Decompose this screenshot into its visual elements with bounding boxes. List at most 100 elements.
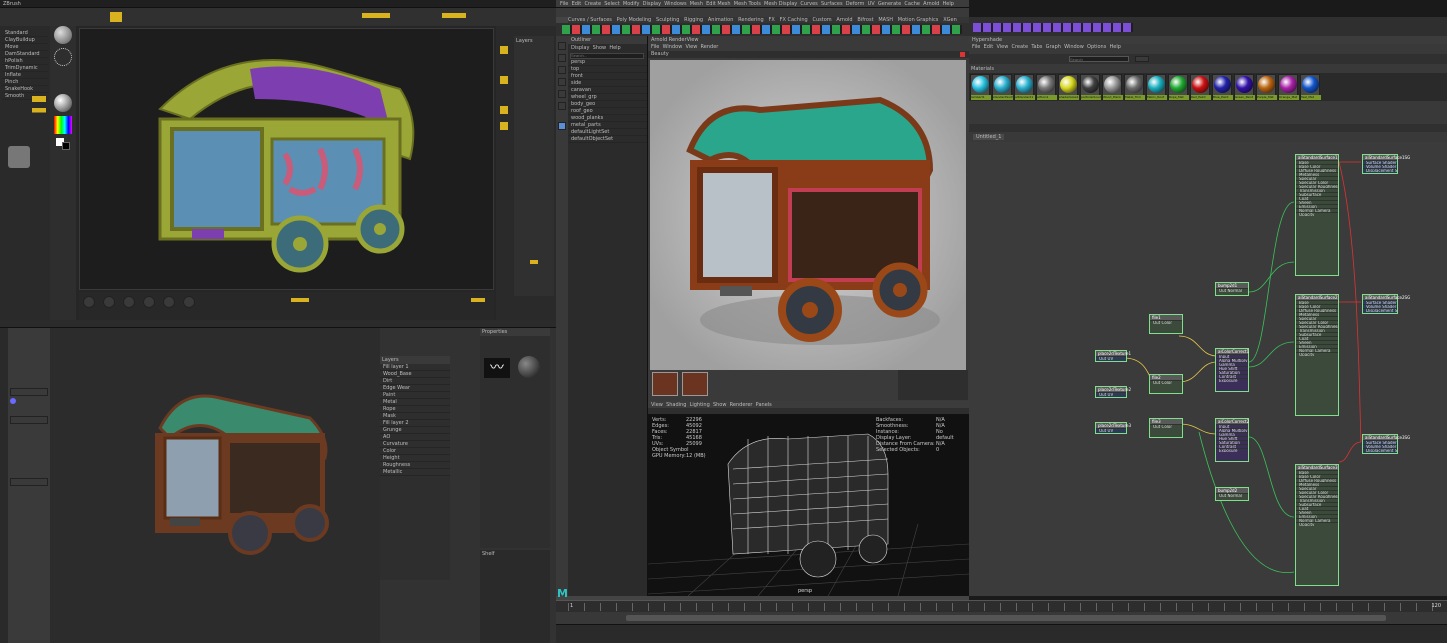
maya-outliner-item[interactable]: wheel_grp — [568, 94, 647, 101]
maya-render-menu-item[interactable]: Window — [663, 44, 683, 50]
painter-layer-row[interactable]: AO — [380, 434, 450, 441]
painter-active-dot[interactable] — [10, 398, 16, 404]
maya-paint-tool-icon[interactable] — [558, 66, 566, 74]
painter-layer-row[interactable]: Grunge — [380, 427, 450, 434]
painter-layer-row[interactable]: Mask — [380, 413, 450, 420]
maya-shelf-icons[interactable] — [562, 25, 962, 34]
hypershade-material-swatch[interactable]: shaderGlow1 — [1058, 74, 1079, 100]
hypershade-material-swatch[interactable]: aiToon1 — [1036, 74, 1057, 100]
hypershade-menu-item[interactable]: File — [972, 44, 980, 50]
hypershade-node-port[interactable]: Out Normal — [1216, 493, 1248, 497]
hypershade-node-port[interactable]: Out Color — [1150, 424, 1182, 428]
hypershade-node-port[interactable]: Out UV — [1096, 392, 1126, 396]
painter-settings-button[interactable] — [10, 388, 48, 396]
hypershade-show-button[interactable] — [1135, 56, 1149, 62]
maya-menu-item[interactable]: Mesh — [690, 1, 703, 7]
zbrush-stroke-icon[interactable] — [54, 48, 72, 66]
hypershade-material-swatch[interactable]: aiStandard1 — [1014, 74, 1035, 100]
hypershade-material-swatch[interactable]: Teal_Mat — [1300, 74, 1321, 100]
maya-outliner-item[interactable]: defaultObjectSet — [568, 136, 647, 143]
painter-layer-row[interactable]: Color — [380, 448, 450, 455]
painter-layer-row[interactable]: Edge Wear — [380, 385, 450, 392]
hypershade-node-port[interactable]: Opacity — [1296, 212, 1338, 216]
maya-outliner-item[interactable]: defaultLightSet — [568, 129, 647, 136]
zbrush-tool-item[interactable]: TrimDynamic — [2, 65, 48, 72]
zbrush-tool-item[interactable]: SnakeHook — [2, 86, 48, 93]
maya-outliner-item[interactable]: metal_parts — [568, 122, 647, 129]
maya-right-shelf-icons[interactable] — [973, 23, 1133, 32]
maya-menu-item[interactable]: Windows — [664, 1, 686, 7]
maya-menu-item[interactable]: Generate — [878, 1, 901, 7]
maya-outliner-menu-item[interactable]: Display — [571, 45, 589, 51]
maya-outliner-item[interactable]: body_geo — [568, 101, 647, 108]
maya-select-tool-icon[interactable] — [558, 42, 566, 50]
zbrush-brush-preview-icon[interactable] — [54, 26, 72, 44]
hypershade-node-port[interactable]: Volume Shader — [1363, 164, 1397, 168]
hypershade-node-port[interactable]: Displacement Shader — [1363, 448, 1397, 452]
maya-outliner-search-input[interactable] — [570, 52, 644, 59]
maya-render-thumbnail[interactable] — [682, 372, 708, 396]
painter-layer-row[interactable]: Curvature — [380, 441, 450, 448]
maya-menu-item[interactable]: Select — [604, 1, 619, 7]
hypershade-material-swatch[interactable]: particleCloud1 — [1080, 74, 1101, 100]
hypershade-node-port[interactable]: Specular Roughness — [1296, 184, 1338, 188]
hypershade-material-swatch[interactable]: Orange_Mat — [1278, 74, 1299, 100]
zbrush-material-sphere-icon[interactable] — [54, 94, 72, 112]
maya-command-line[interactable] — [556, 624, 1447, 643]
hypershade-material-swatch[interactable]: lambert1 — [970, 74, 991, 100]
hypershade-menu-item[interactable]: Edit — [984, 44, 994, 50]
zbrush-slider[interactable] — [291, 298, 309, 302]
zbrush-brush-slot[interactable] — [143, 296, 155, 308]
hypershade-node-port[interactable]: Out Normal — [1216, 288, 1248, 292]
zbrush-yellow-slider[interactable] — [32, 96, 46, 126]
hypershade-node-graph[interactable]: file1 Out Color file2 Out Color file3 Ou… — [969, 142, 1447, 596]
hypershade-material-swatch[interactable]: Blue_Paint — [1212, 74, 1233, 100]
hypershade-node[interactable]: aiStandardSurface3 Base Base Color Diffu… — [1295, 464, 1339, 586]
painter-layer-row[interactable]: Height — [380, 455, 450, 462]
hypershade-node-port[interactable]: Exposure — [1216, 448, 1248, 452]
hypershade-material-swatch[interactable]: Green_Paint — [1234, 74, 1255, 100]
maya-menu-item[interactable]: Edit Mesh — [706, 1, 730, 7]
zbrush-layer-toggle[interactable] — [530, 260, 538, 264]
painter-material-sphere-icon[interactable] — [518, 356, 540, 378]
hypershade-material-swatch[interactable]: Purple_Mat — [1256, 74, 1277, 100]
maya-render-menu-item[interactable]: Render — [701, 44, 719, 50]
maya-menu-item[interactable]: Curves — [800, 1, 817, 7]
hypershade-menu-item[interactable]: Graph — [1046, 44, 1061, 50]
painter-brush-alpha-icon[interactable]: 〰 — [484, 358, 510, 378]
zbrush-draw-button[interactable] — [110, 12, 122, 22]
hypershade-node-port[interactable]: Out UV — [1096, 356, 1126, 360]
maya-outliner-item[interactable]: persp — [568, 59, 647, 66]
hypershade-menu-item[interactable]: Window — [1064, 44, 1084, 50]
hypershade-node[interactable]: aiStandardSurface2 Base Base Color Diffu… — [1295, 294, 1339, 416]
hypershade-node-port[interactable]: Out Color — [1150, 380, 1182, 384]
hypershade-node[interactable]: aiColorCorrect2 Input Alpha Multiply Gam… — [1215, 418, 1249, 462]
hypershade-node-port[interactable]: Surface Shader — [1363, 160, 1397, 164]
maya-outliner-menu-item[interactable]: Show — [593, 45, 607, 51]
hypershade-node-port[interactable]: Alpha Multiply — [1216, 358, 1248, 362]
hypershade-menu-item[interactable]: Tabs — [1031, 44, 1042, 50]
zbrush-rgb-button[interactable] — [442, 13, 466, 18]
zbrush-viewport[interactable] — [79, 28, 494, 290]
zbrush-edit-button[interactable] — [362, 13, 390, 18]
hypershade-material-swatch[interactable]: Rope_Mat — [1168, 74, 1189, 100]
zbrush-tool-item[interactable]: Move — [2, 44, 48, 51]
hypershade-node[interactable]: file1 Out Color — [1149, 314, 1183, 334]
hypershade-material-swatch[interactable]: Fabric_Roof — [1146, 74, 1167, 100]
zbrush-brush-slot[interactable] — [103, 296, 115, 308]
maya-menu-item[interactable]: Display — [643, 1, 661, 7]
zbrush-right-toggle[interactable] — [500, 106, 508, 114]
hypershade-node-port[interactable]: Displacement Shader — [1363, 168, 1397, 172]
hypershade-node-port[interactable]: Volume Shader — [1363, 304, 1397, 308]
hypershade-material-swatch[interactable]: Metal_Trim — [1124, 74, 1145, 100]
zbrush-tool-item[interactable]: Inflate — [2, 72, 48, 79]
maya-render-camera-select[interactable]: Beauty — [651, 51, 669, 57]
maya-scale-tool-icon[interactable] — [558, 102, 566, 110]
hypershade-node[interactable]: aiStandardSurface1SG Surface Shader Volu… — [1362, 154, 1410, 174]
hypershade-node-port[interactable]: Diffuse Roughness — [1296, 168, 1338, 172]
hypershade-node[interactable]: place2dTexture2 Out UV — [1095, 386, 1131, 398]
zbrush-brush-slot[interactable] — [163, 296, 175, 308]
maya-render-image[interactable] — [650, 60, 966, 370]
painter-layer-row[interactable]: Rope — [380, 406, 450, 413]
maya-menu-item[interactable]: Arnold — [923, 1, 939, 7]
